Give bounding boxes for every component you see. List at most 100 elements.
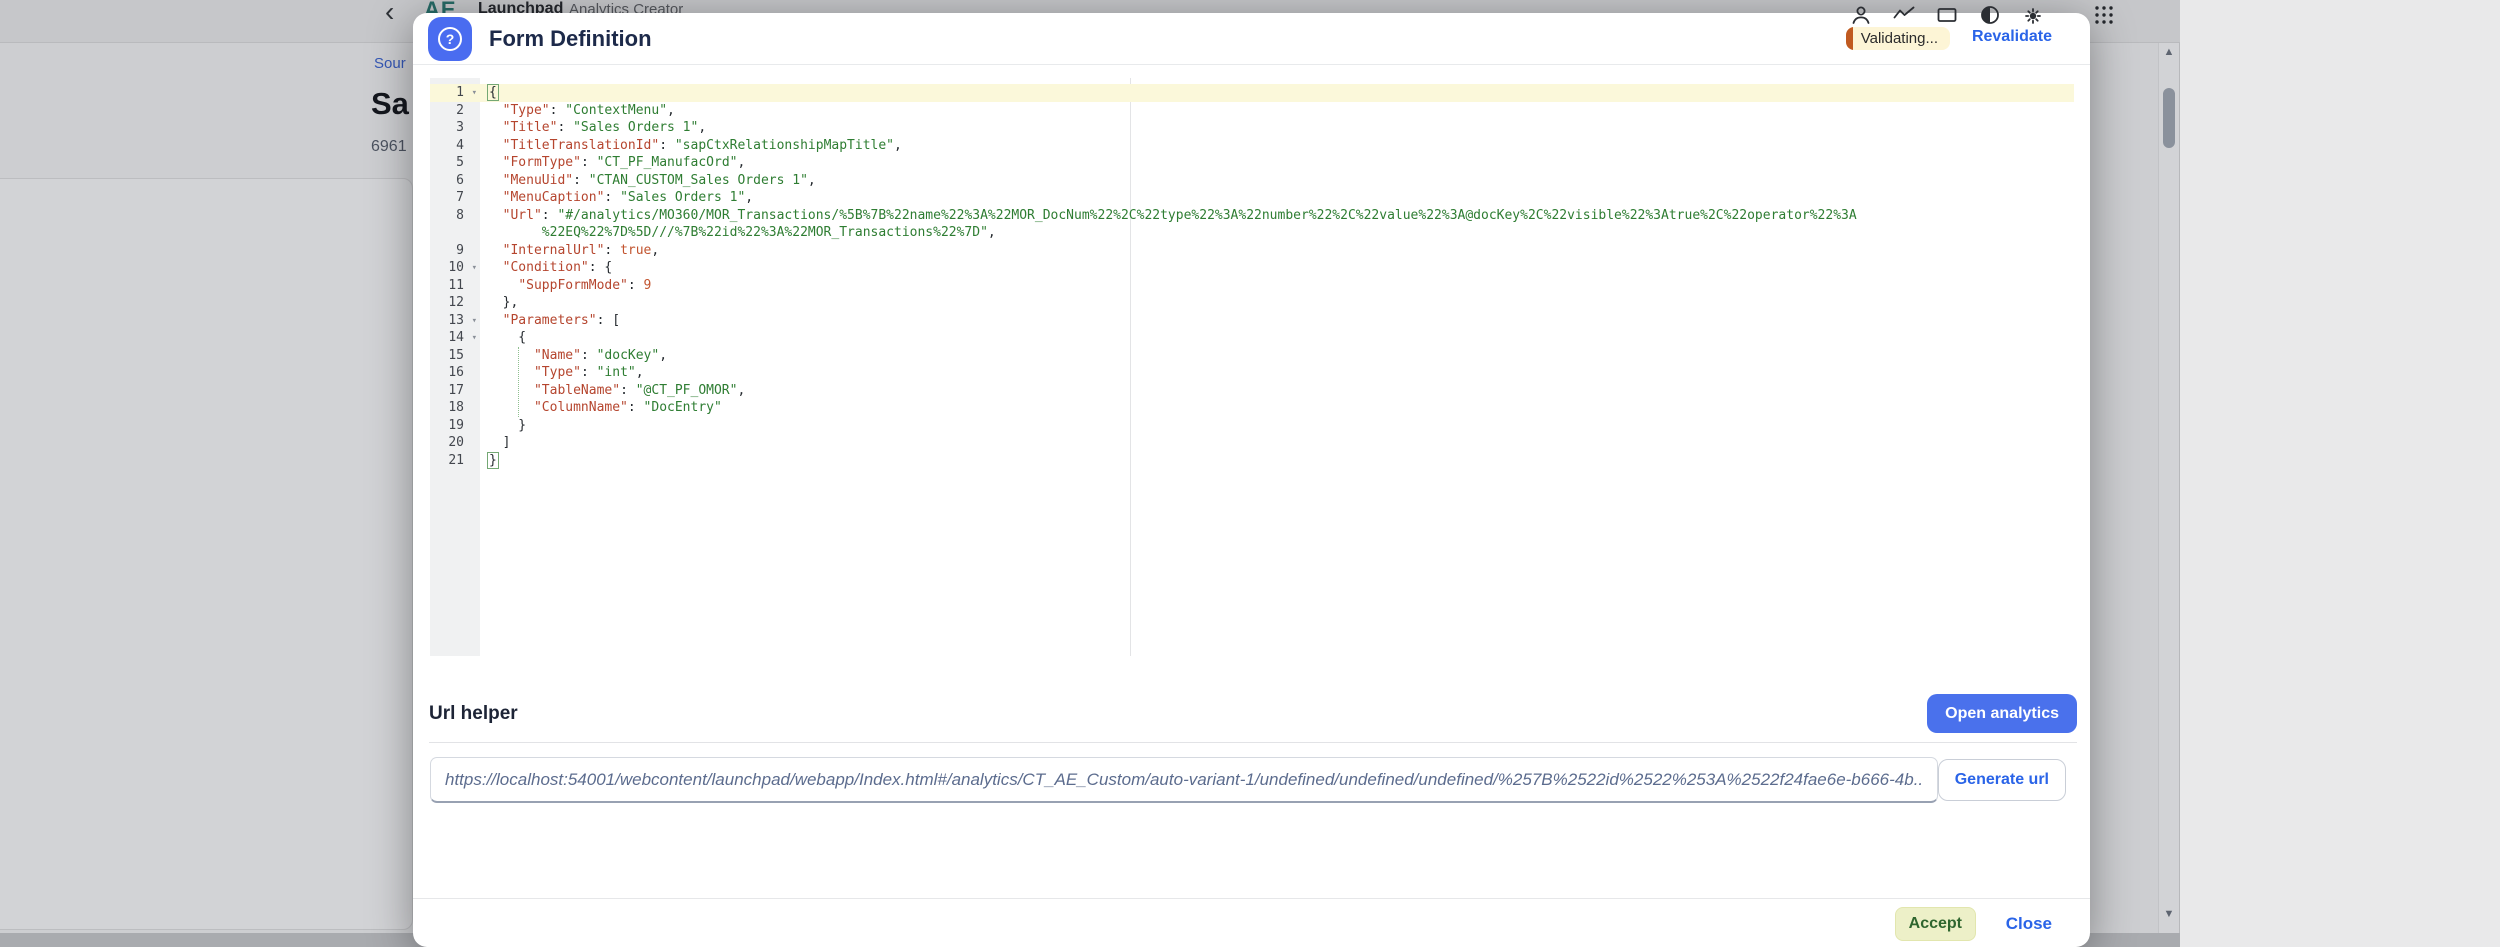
fold-arrow-icon[interactable]: ▾ (472, 260, 477, 278)
gutter-line-number: 16 (430, 364, 480, 382)
gutter-line-number: 9 (430, 242, 480, 260)
fold-arrow-icon[interactable]: ▾ (472, 85, 477, 103)
grid-icon[interactable] (2091, 2, 2117, 28)
badge-accent-bar (1846, 27, 1853, 50)
background-page-subtext: 6961 (371, 138, 407, 156)
gutter-line-number: 17 (430, 382, 480, 400)
fold-arrow-icon[interactable]: ▾ (472, 330, 477, 348)
code-line-text: "Url": "#/analytics/MO360/MOR_Transactio… (480, 207, 1857, 225)
window-icon[interactable] (1934, 2, 1960, 28)
code-line[interactable]: 16 "Type": "int", (430, 364, 2074, 382)
gutter-line-number: 6 (430, 172, 480, 190)
accept-button[interactable]: Accept (1895, 907, 1976, 941)
gutter-line-number: 12 (430, 294, 480, 312)
gutter-line-number: 14▾ (430, 329, 480, 347)
question-mark-glyph: ? (438, 27, 462, 51)
url-input[interactable] (430, 757, 1938, 803)
dialog-title: Form Definition (489, 13, 652, 65)
gutter-line-number (430, 224, 480, 242)
gutter-line-number: 5 (430, 154, 480, 172)
code-line-text: "Name": "docKey", (480, 347, 667, 365)
gutter-line-number: 11 (430, 277, 480, 295)
scroll-down-icon[interactable]: ▼ (2159, 908, 2179, 920)
code-line-text: "Condition": { (480, 259, 612, 277)
brightness-icon[interactable] (2020, 2, 2046, 28)
gutter-line-number: 4 (430, 137, 480, 155)
code-line-text: "InternalUrl": true, (480, 242, 659, 260)
dialog-header: ? Form Definition Validating... Revalida… (413, 13, 2090, 65)
scroll-up-icon[interactable]: ▲ (2159, 46, 2179, 58)
code-line-text: }, (480, 294, 518, 312)
code-line[interactable]: 14▾ { (430, 329, 2074, 347)
gutter-line-number: 1▾ (430, 84, 480, 102)
code-line[interactable]: %22EQ%22%7D%5D///%7B%22id%22%3A%22MOR_Tr… (430, 224, 2074, 242)
code-line[interactable]: 17 "TableName": "@CT_PF_OMOR", (430, 382, 2074, 400)
validation-status-badge: Validating... (1846, 27, 1950, 50)
code-line[interactable]: 11 "SuppFormMode": 9 (430, 277, 2074, 295)
code-line-text: } (480, 452, 499, 470)
code-line-text: "Parameters": [ (480, 312, 620, 330)
json-editor[interactable]: 1▾{2 "Type": "ContextMenu",3 "Title": "S… (430, 78, 2074, 656)
revalidate-button[interactable]: Revalidate (1972, 28, 2052, 46)
open-analytics-button[interactable]: Open analytics (1927, 694, 2077, 733)
code-line[interactable]: 4 "TitleTranslationId": "sapCtxRelations… (430, 137, 2074, 155)
code-line[interactable]: 13▾ "Parameters": [ (430, 312, 2074, 330)
gutter-line-number: 2 (430, 102, 480, 120)
code-line[interactable]: 1▾{ (430, 84, 2074, 102)
gutter-line-number: 19 (430, 417, 480, 435)
background-link[interactable]: Sour (374, 55, 406, 72)
code-line[interactable]: 18 "ColumnName": "DocEntry" (430, 399, 2074, 417)
code-line-text: "FormType": "CT_PF_ManufacOrd", (480, 154, 745, 172)
code-line[interactable]: 8 "Url": "#/analytics/MO360/MOR_Transact… (430, 207, 2074, 225)
form-definition-dialog: ? Form Definition Validating... Revalida… (413, 13, 2090, 947)
code-line[interactable]: 12 }, (430, 294, 2074, 312)
gutter-line-number: 18 (430, 399, 480, 417)
code-line[interactable]: 6 "MenuUid": "CTAN_CUSTOM_Sales Orders 1… (430, 172, 2074, 190)
code-line[interactable]: 3 "Title": "Sales Orders 1", (430, 119, 2074, 137)
code-line[interactable]: 9 "InternalUrl": true, (430, 242, 2074, 260)
code-line-text: { (480, 84, 499, 102)
page-scrollbar[interactable]: ▲ ▼ (2158, 43, 2179, 933)
back-icon[interactable]: ‹ (385, 0, 394, 28)
code-line-text: %22EQ%22%7D%5D///%7B%22id%22%3A%22MOR_Tr… (480, 224, 996, 242)
code-line-text: "MenuUid": "CTAN_CUSTOM_Sales Orders 1", (480, 172, 816, 190)
gutter-line-number: 7 (430, 189, 480, 207)
code-line-text: "Title": "Sales Orders 1", (480, 119, 706, 137)
fold-arrow-icon[interactable]: ▾ (472, 313, 477, 331)
code-line-text: } (480, 417, 526, 435)
gutter-line-number: 13▾ (430, 312, 480, 330)
code-line[interactable]: 2 "Type": "ContextMenu", (430, 102, 2074, 120)
code-line-text: "ColumnName": "DocEntry" (480, 399, 722, 417)
code-editor-rows: 1▾{2 "Type": "ContextMenu",3 "Title": "S… (430, 78, 2074, 469)
code-line-text: "Type": "ContextMenu", (480, 102, 675, 120)
badge-text: Validating... (1853, 30, 1950, 47)
gutter-line-number: 10▾ (430, 259, 480, 277)
background-card (0, 178, 413, 930)
gutter-line-number: 20 (430, 434, 480, 452)
code-line-text: "TitleTranslationId": "sapCtxRelationshi… (480, 137, 902, 155)
gutter-line-number: 8 (430, 207, 480, 225)
help-icon: ? (428, 17, 472, 61)
code-line-text: ] (480, 434, 510, 452)
generate-url-button[interactable]: Generate url (1938, 759, 2066, 801)
code-line-text: "SuppFormMode": 9 (480, 277, 651, 295)
user-icon[interactable] (1848, 2, 1874, 28)
gutter-line-number: 15 (430, 347, 480, 365)
gutter-line-number: 21 (430, 452, 480, 470)
code-line[interactable]: 15 "Name": "docKey", (430, 347, 2074, 365)
code-line[interactable]: 5 "FormType": "CT_PF_ManufacOrd", (430, 154, 2074, 172)
code-line-text: { (480, 329, 526, 347)
contrast-icon[interactable] (1977, 2, 2003, 28)
close-button[interactable]: Close (2002, 907, 2056, 941)
header-icons (1848, 2, 2117, 28)
line-chart-icon[interactable] (1891, 2, 1917, 28)
code-line[interactable]: 10▾ "Condition": { (430, 259, 2074, 277)
code-line[interactable]: 19 } (430, 417, 2074, 435)
url-helper-title: Url helper (429, 703, 518, 725)
scrollbar-thumb[interactable] (2163, 88, 2175, 148)
code-line[interactable]: 21} (430, 452, 2074, 470)
code-line[interactable]: 20 ] (430, 434, 2074, 452)
background-page-title: Sa (371, 86, 409, 122)
code-line[interactable]: 7 "MenuCaption": "Sales Orders 1", (430, 189, 2074, 207)
code-line-text: "TableName": "@CT_PF_OMOR", (480, 382, 745, 400)
